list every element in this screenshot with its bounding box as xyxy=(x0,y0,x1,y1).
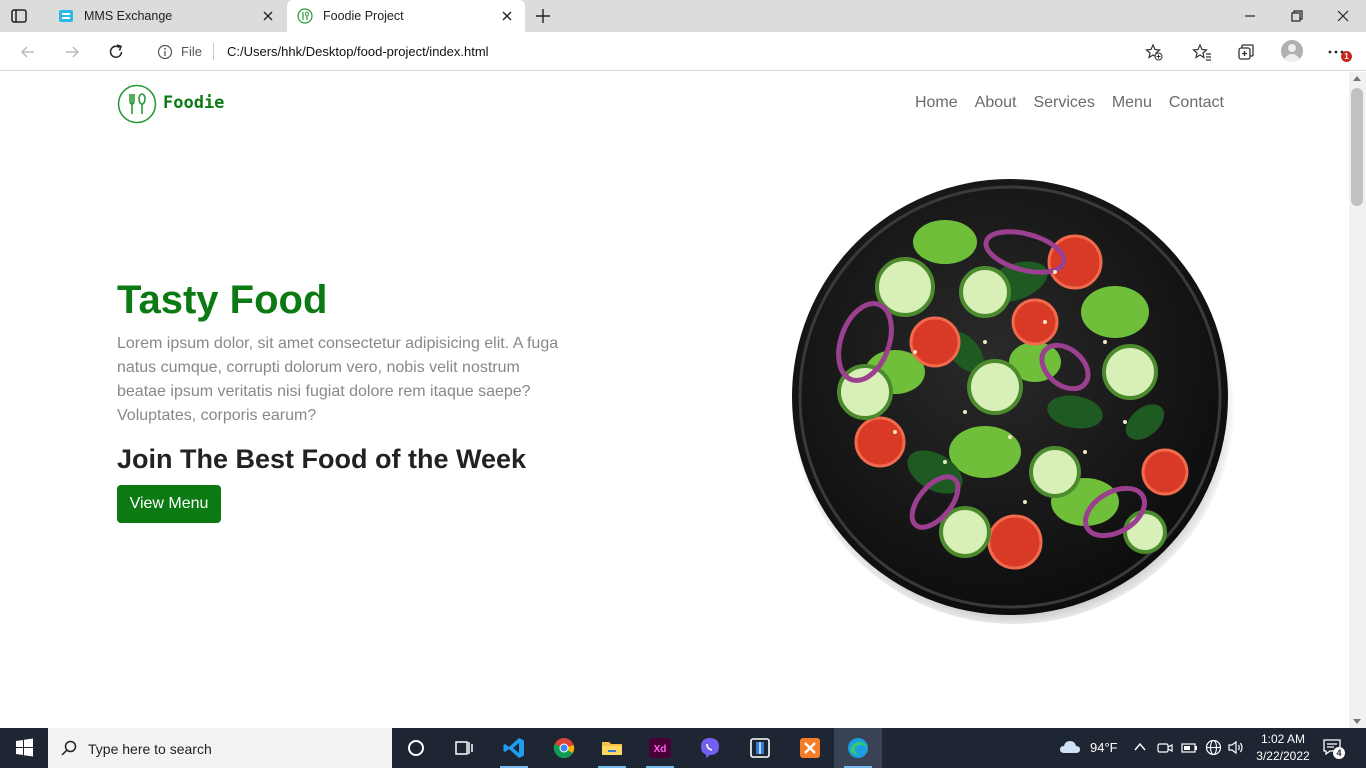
brand-name: Foodie xyxy=(163,93,225,113)
sourcetree-icon xyxy=(750,738,770,758)
tab-title: Foodie Project xyxy=(323,9,404,23)
main-nav: Home About Services Menu Contact xyxy=(915,94,1224,112)
sourcetree-app[interactable] xyxy=(736,728,784,768)
close-tab-icon[interactable] xyxy=(260,8,276,24)
view-menu-button[interactable]: View Menu xyxy=(117,485,221,523)
restore-icon[interactable] xyxy=(1289,8,1305,24)
nav-menu[interactable]: Menu xyxy=(1112,94,1152,112)
vscode-app[interactable] xyxy=(490,728,538,768)
windows-taskbar: Type here to search Xd 94°F 1:02 AM 3/22… xyxy=(0,728,1366,768)
meet-now-icon[interactable] xyxy=(1157,740,1173,756)
viber-app[interactable] xyxy=(686,728,734,768)
nav-contact[interactable]: Contact xyxy=(1169,94,1224,112)
profile-avatar[interactable] xyxy=(1281,40,1303,62)
taskbar-search[interactable]: Type here to search xyxy=(48,728,392,768)
close-window-icon[interactable] xyxy=(1335,8,1351,24)
mms-favicon-icon xyxy=(59,10,73,22)
back-icon[interactable] xyxy=(18,42,38,62)
weather-cloud-icon[interactable] xyxy=(1058,737,1082,757)
url-text[interactable]: C:/Users/hhk/Desktop/food-project/index.… xyxy=(227,44,489,59)
notification-count: 4 xyxy=(1333,747,1345,759)
adobe-xd-icon: Xd xyxy=(649,738,671,758)
scheme-label: File xyxy=(181,44,202,59)
address-divider xyxy=(213,43,214,60)
hero-description: Lorem ipsum dolor, sit amet consectetur … xyxy=(117,335,559,424)
collections-icon[interactable] xyxy=(1236,42,1256,62)
page-viewport: Foodie Home About Services Menu Contact … xyxy=(0,72,1349,728)
file-explorer-app[interactable] xyxy=(588,728,636,768)
chevron-up-icon[interactable] xyxy=(1133,740,1147,754)
volume-icon[interactable] xyxy=(1227,739,1245,756)
tab-actions-icon[interactable] xyxy=(10,7,28,25)
system-clock[interactable]: 1:02 AM 3/22/2022 xyxy=(1250,731,1316,765)
tab-mms-exchange[interactable]: MMS Exchange xyxy=(48,0,286,32)
xampp-app[interactable] xyxy=(786,728,834,768)
clock-date: 3/22/2022 xyxy=(1256,749,1310,763)
minimize-icon[interactable] xyxy=(1242,8,1258,24)
clock-time: 1:02 AM xyxy=(1260,732,1306,746)
forward-icon[interactable] xyxy=(62,42,82,62)
salad-plate-image xyxy=(791,179,1235,624)
refresh-icon[interactable] xyxy=(106,42,126,62)
edge-app[interactable] xyxy=(834,728,882,768)
folder-icon xyxy=(602,742,622,755)
battery-icon[interactable] xyxy=(1180,740,1198,756)
address-bar[interactable]: File C:/Users/hhk/Desktop/food-project/i… xyxy=(145,36,1175,67)
cortana-button[interactable] xyxy=(392,728,440,768)
hero-subtitle: Join The Best Food of the Week xyxy=(117,444,527,474)
tab-foodie-project[interactable]: Foodie Project xyxy=(287,0,525,32)
scroll-thumb[interactable] xyxy=(1351,88,1363,206)
nav-home[interactable]: Home xyxy=(915,94,958,112)
foodie-favicon-icon xyxy=(297,8,313,24)
svg-text:Xd: Xd xyxy=(654,744,667,755)
info-icon[interactable] xyxy=(157,44,173,60)
chrome-app[interactable] xyxy=(540,728,588,768)
browser-toolbar: File C:/Users/hhk/Desktop/food-project/i… xyxy=(0,32,1366,71)
search-placeholder: Type here to search xyxy=(88,741,212,757)
page-scrollbar[interactable] xyxy=(1349,72,1366,728)
adobe-xd-app[interactable]: Xd xyxy=(636,728,684,768)
tab-title: MMS Exchange xyxy=(84,9,173,23)
nav-about[interactable]: About xyxy=(975,94,1017,112)
favorites-icon[interactable] xyxy=(1192,42,1212,62)
xampp-icon xyxy=(800,738,820,758)
scroll-down-icon[interactable] xyxy=(1353,719,1361,724)
vscode-icon xyxy=(503,738,524,758)
weather-temp[interactable]: 94°F xyxy=(1090,740,1118,780)
task-view-button[interactable] xyxy=(440,728,488,768)
viber-icon xyxy=(701,738,719,758)
hero-title: Tasty Food xyxy=(117,278,328,322)
new-tab-icon[interactable] xyxy=(534,7,552,25)
fork-spoon-logo-icon xyxy=(117,84,157,124)
notification-badge: 1 xyxy=(1341,51,1352,62)
cortana-icon xyxy=(408,740,424,756)
tab-bar: MMS Exchange Foodie Project xyxy=(0,0,1366,32)
search-icon xyxy=(61,740,77,756)
network-globe-icon[interactable] xyxy=(1205,739,1222,756)
action-center-button[interactable]: 4 xyxy=(1322,738,1345,759)
task-view-icon xyxy=(455,741,473,755)
add-favorite-icon[interactable] xyxy=(1145,43,1163,61)
scroll-up-icon[interactable] xyxy=(1353,76,1361,81)
nav-services[interactable]: Services xyxy=(1033,94,1094,112)
close-tab-icon[interactable] xyxy=(499,8,515,24)
edge-icon xyxy=(848,738,868,758)
windows-start-icon[interactable] xyxy=(0,728,48,768)
chrome-icon xyxy=(553,738,575,759)
